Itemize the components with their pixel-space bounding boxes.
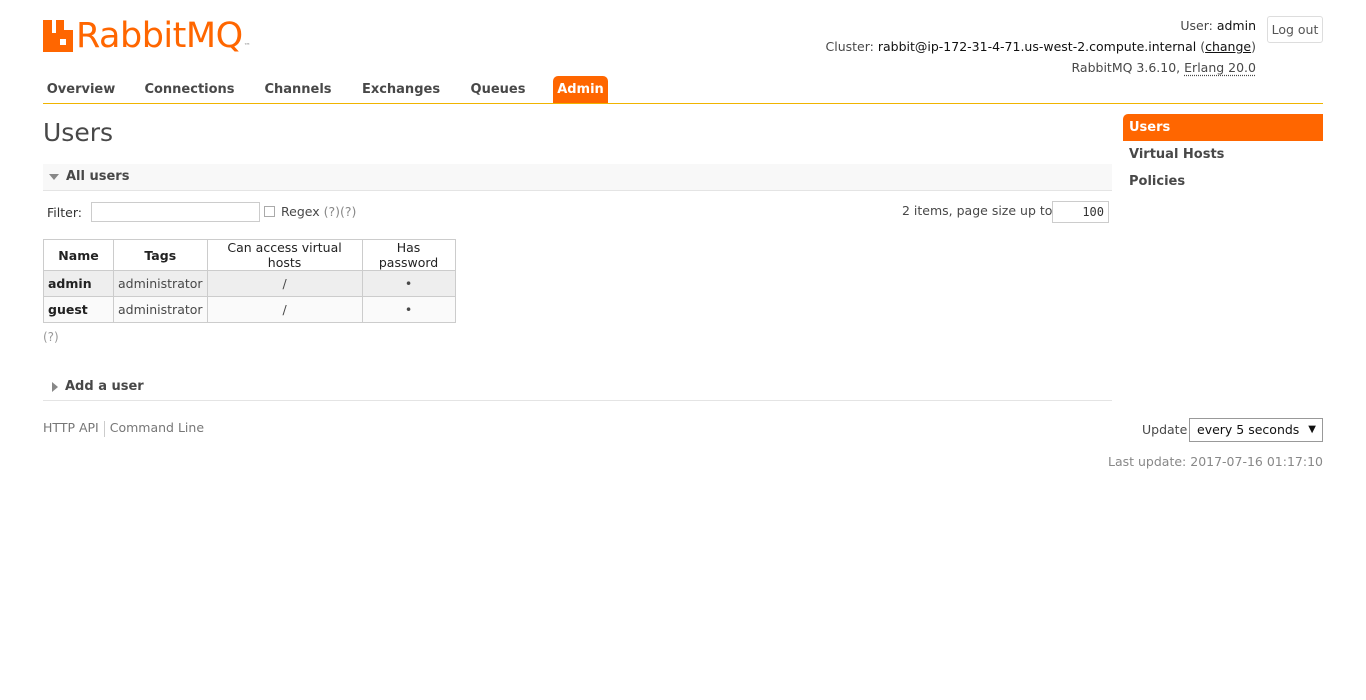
dropdown-arrow-icon: ▼ bbox=[1308, 424, 1316, 435]
tab-overview[interactable]: Overview bbox=[43, 76, 119, 103]
sidebar-item-policies[interactable]: Policies bbox=[1123, 168, 1323, 195]
cluster-name: rabbit@ip-172-31-4-71.us-west-2.compute.… bbox=[877, 39, 1197, 54]
user-vhosts: / bbox=[206, 270, 363, 297]
rabbit-logo-icon bbox=[43, 20, 73, 52]
divider bbox=[103, 420, 105, 437]
all-users-section-header[interactable]: All users bbox=[43, 164, 1112, 191]
version-line: RabbitMQ 3.6.10, Erlang 20.0 bbox=[826, 57, 1256, 78]
http-api-link[interactable]: HTTP API bbox=[43, 420, 99, 435]
tab-queues[interactable]: Queues bbox=[464, 76, 532, 103]
admin-sidebar: Users Virtual Hosts Policies bbox=[1123, 114, 1323, 195]
user-tags: administrator bbox=[113, 270, 208, 297]
filter-input[interactable] bbox=[91, 202, 260, 222]
main-tabs: Overview Connections Channels Exchanges … bbox=[43, 76, 1323, 104]
items-info: 2 items, page size up to bbox=[902, 203, 1053, 218]
rabbitmq-version: RabbitMQ 3.6.10, bbox=[1071, 60, 1181, 75]
tab-connections[interactable]: Connections bbox=[139, 76, 240, 103]
expand-triangle-icon bbox=[52, 381, 58, 392]
table-row: guest administrator / • bbox=[43, 296, 456, 323]
erlang-version: Erlang 20.0 bbox=[1184, 60, 1256, 75]
cluster-line: Cluster: rabbit@ip-172-31-4-71.us-west-2… bbox=[825, 39, 1257, 54]
regex-help-link[interactable]: (?)(?) bbox=[324, 204, 357, 219]
sidebar-item-virtual-hosts[interactable]: Virtual Hosts bbox=[1123, 141, 1323, 168]
filter-label: Filter: bbox=[47, 205, 82, 220]
update-label: Update bbox=[1142, 422, 1188, 437]
last-update-timestamp: Last update: 2017-07-16 01:17:10 bbox=[1108, 454, 1323, 469]
change-cluster-link[interactable]: change bbox=[1205, 39, 1251, 54]
page-size-input[interactable]: 100 bbox=[1052, 201, 1109, 223]
col-tags[interactable]: Tags bbox=[113, 239, 208, 271]
tab-admin[interactable]: Admin bbox=[553, 76, 608, 103]
add-user-section-header[interactable]: Add a user bbox=[43, 374, 1112, 401]
logout-button[interactable]: Log out bbox=[1267, 16, 1323, 43]
user-vhosts: / bbox=[206, 296, 363, 323]
page-title: Users bbox=[43, 118, 114, 147]
header-info: User: admin Cluster: rabbit@ip-172-31-4-… bbox=[826, 15, 1257, 78]
brand-name: RabbitMQ bbox=[76, 15, 243, 56]
users-table: Name Tags Can access virtual hosts Has p… bbox=[43, 239, 456, 323]
rabbitmq-logo[interactable]: RabbitMQ ™ bbox=[43, 16, 251, 56]
command-line-link[interactable]: Command Line bbox=[110, 420, 204, 435]
user-has-password: • bbox=[361, 270, 456, 297]
collapse-triangle-icon bbox=[49, 173, 59, 180]
user-name-link[interactable]: admin bbox=[43, 270, 114, 297]
user-name-link[interactable]: guest bbox=[43, 296, 114, 323]
user-tags: administrator bbox=[113, 296, 208, 323]
regex-checkbox[interactable] bbox=[264, 206, 275, 217]
tab-exchanges[interactable]: Exchanges bbox=[357, 76, 445, 103]
footer-links: HTTP API Command Line bbox=[43, 420, 204, 437]
table-row: admin administrator / • bbox=[43, 270, 456, 297]
table-help-link[interactable]: (?) bbox=[43, 330, 59, 344]
regex-label: Regex (?)(?) bbox=[281, 204, 357, 219]
col-has-password: Has password bbox=[361, 239, 456, 271]
user-has-password: • bbox=[361, 296, 456, 323]
sidebar-item-users[interactable]: Users bbox=[1123, 114, 1323, 141]
tab-channels[interactable]: Channels bbox=[258, 76, 338, 103]
col-vhosts: Can access virtual hosts bbox=[206, 239, 363, 271]
table-header-row: Name Tags Can access virtual hosts Has p… bbox=[43, 239, 456, 271]
user-line: User: admin bbox=[1180, 18, 1256, 33]
col-name[interactable]: Name bbox=[43, 239, 114, 271]
trademark: ™ bbox=[243, 42, 251, 50]
update-interval-select[interactable]: every 5 seconds ▼ bbox=[1189, 418, 1323, 442]
current-user: admin bbox=[1216, 18, 1256, 33]
